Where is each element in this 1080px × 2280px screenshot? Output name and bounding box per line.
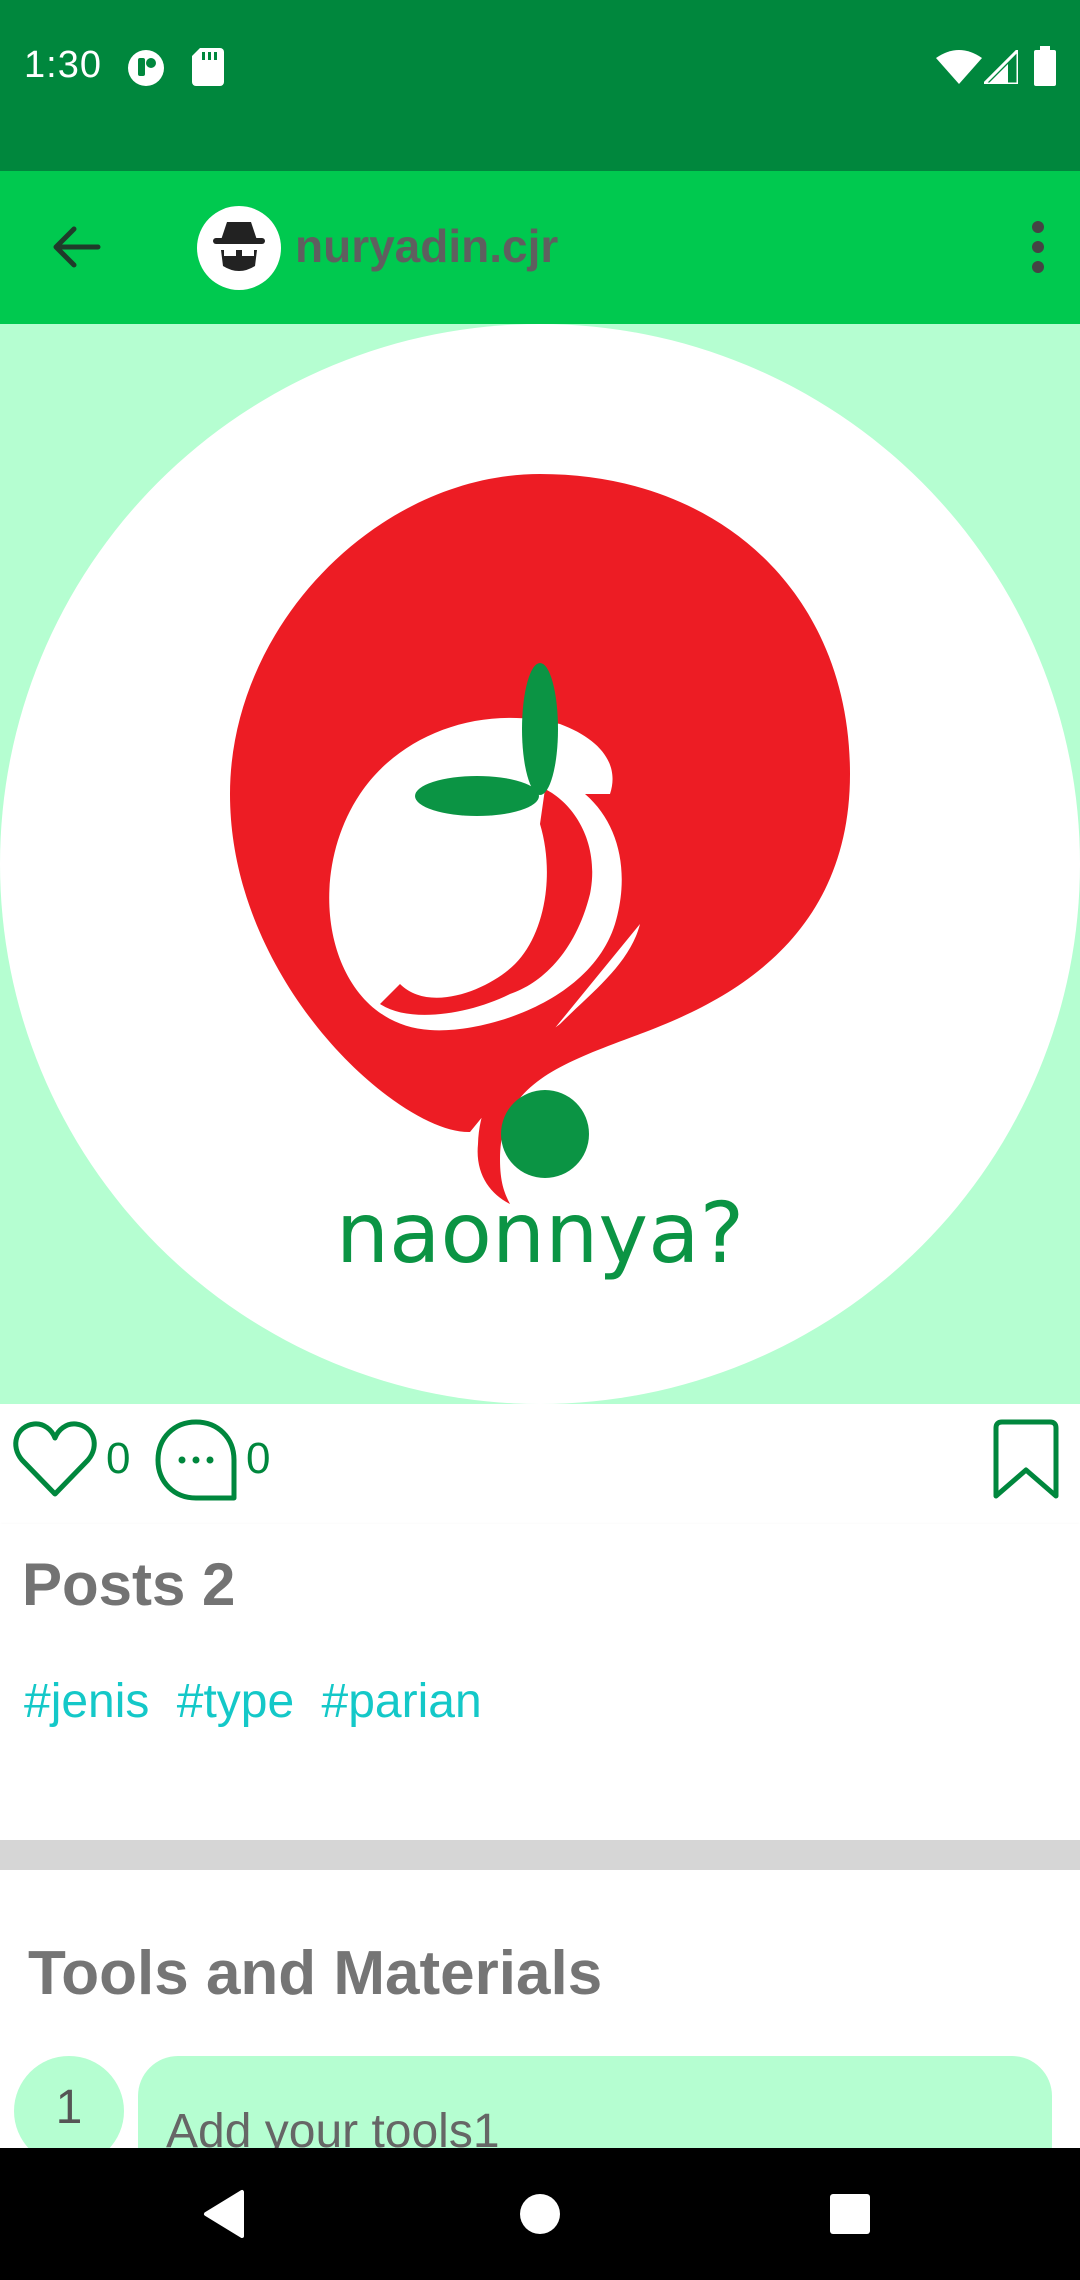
tag-link[interactable]: #parian xyxy=(322,1675,482,1728)
post-image[interactable]: naonnya? xyxy=(0,324,1080,1404)
like-count: 0 xyxy=(106,1434,131,1483)
post-details-card: Posts 2 #jenis #type #parian xyxy=(0,1524,1080,1840)
home-circle-icon[interactable] xyxy=(510,2184,570,2244)
arrow-back-icon[interactable] xyxy=(40,211,112,283)
spy-hat-icon xyxy=(213,222,265,271)
system-nav-bar xyxy=(0,2148,1080,2280)
cell-signal-icon xyxy=(984,50,1018,84)
logo-text: naonnya? xyxy=(335,1184,745,1282)
bookmark-icon[interactable] xyxy=(990,1418,1062,1502)
post-actions: 0 0 xyxy=(0,1404,1080,1524)
section-divider xyxy=(0,1840,1080,1870)
avatar[interactable] xyxy=(197,206,281,290)
tool-input[interactable] xyxy=(138,2056,1052,2148)
tools-card: Tools and Materials 1 xyxy=(0,1870,1080,2148)
post-title: Posts 2 xyxy=(22,1551,236,1618)
status-time: 1:30 xyxy=(24,44,102,86)
back-triangle-icon[interactable] xyxy=(196,2184,256,2244)
tools-title: Tools and Materials xyxy=(28,1939,603,2008)
tag-link[interactable]: #type xyxy=(177,1675,294,1728)
heart-icon[interactable] xyxy=(12,1420,98,1500)
more-vert-icon[interactable] xyxy=(1012,217,1068,277)
username[interactable]: nuryadin.cjr xyxy=(295,219,558,273)
sd-card-icon xyxy=(192,48,224,86)
app-bar: nuryadin.cjr xyxy=(0,171,1080,324)
battery-icon xyxy=(1034,46,1056,86)
recents-square-icon[interactable] xyxy=(820,2184,880,2244)
notification-icon xyxy=(128,50,164,86)
comment-icon[interactable] xyxy=(154,1418,238,1502)
tool-number: 1 xyxy=(14,2056,124,2148)
post-tags: #jenis #type #parian xyxy=(24,1674,496,1729)
tag-link[interactable]: #jenis xyxy=(24,1675,149,1728)
comment-count: 0 xyxy=(246,1434,271,1483)
status-bar: 1:30 xyxy=(0,0,1080,171)
wifi-icon xyxy=(936,50,982,84)
